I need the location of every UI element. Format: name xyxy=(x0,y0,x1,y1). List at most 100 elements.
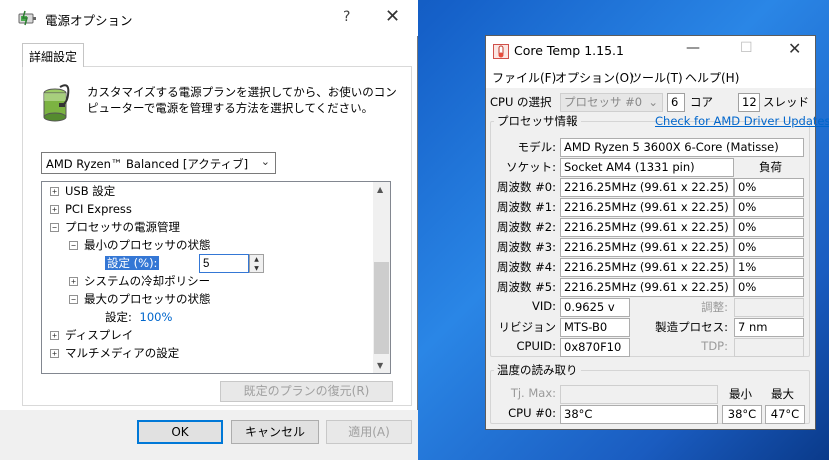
revision-value: MTS-B0 xyxy=(560,318,630,337)
chevron-down-icon: ⌄ xyxy=(648,95,658,109)
battery-icon xyxy=(43,84,70,122)
frequency-value: 2216.25MHz (99.61 x 22.25) xyxy=(560,278,734,297)
menu-bar: ファイル(F) オプション(O) ツール(T) ヘルプ(H) xyxy=(486,66,815,88)
maximize-button[interactable]: ☐ xyxy=(740,40,753,56)
cpuid-value: 0x870F10 xyxy=(560,338,630,357)
expand-plus-icon[interactable]: + xyxy=(50,349,59,358)
core-load-value: 0% xyxy=(734,218,804,237)
tree-item-max-setting[interactable]: 設定: 100% xyxy=(105,309,172,326)
settings-tree[interactable]: + USB 設定 + PCI Express − プロセッサの電源管理 − 最小のプロセ… xyxy=(41,181,391,374)
menu-help[interactable]: ヘルプ(H) xyxy=(685,69,739,86)
frequency-value: 2216.25MHz (99.61 x 22.25) xyxy=(560,218,734,237)
modulation-label: 調整: xyxy=(701,300,728,314)
expand-plus-icon[interactable]: + xyxy=(50,331,59,340)
tree-item-cpu-power[interactable]: − プロセッサの電源管理 xyxy=(50,219,180,236)
collapse-minus-icon[interactable]: − xyxy=(50,223,59,232)
frequency-label: 周波数 #5: xyxy=(497,280,556,294)
tree-item-min-state[interactable]: − 最小のプロセッサの状態 xyxy=(69,237,211,254)
window-title: 電源オプション xyxy=(45,13,133,28)
socket-label: ソケット: xyxy=(506,160,556,174)
socket-value: Socket AM4 (1331 pin) xyxy=(560,158,734,177)
description-text: カスタマイズする電源プランを選択してから、お使いのコンピューターで電源を管理する… xyxy=(87,85,397,115)
menu-tools[interactable]: ツール(T) xyxy=(630,69,683,86)
tree-item-max-state[interactable]: − 最大のプロセッサの状態 xyxy=(69,291,211,308)
coretemp-window: Core Temp 1.15.1 — ☐ ✕ ファイル(F) オプション(O) … xyxy=(485,35,829,430)
cancel-button[interactable]: キャンセル xyxy=(231,420,319,444)
power-plan-select[interactable]: AMD Ryzen™ Balanced [アクティブ] ⌄ xyxy=(41,152,276,174)
power-plan-value: AMD Ryzen™ Balanced [アクティブ] xyxy=(46,157,249,171)
ok-button[interactable]: OK xyxy=(137,420,223,444)
frequency-value: 2216.25MHz (99.61 x 22.25) xyxy=(560,258,734,277)
tdp-label: TDP: xyxy=(701,339,728,353)
help-button[interactable]: ? xyxy=(343,9,350,25)
thread-count: 12 xyxy=(738,93,760,112)
scroll-thumb[interactable] xyxy=(374,262,389,354)
power-options-window: 電源オプション ? ✕ 詳細設定 カスタマイズする電源プランを選択してから、お使… xyxy=(0,0,418,460)
modulation-value xyxy=(734,298,804,317)
restore-default-plan-button[interactable]: 既定のプランの復元(R) xyxy=(220,381,393,402)
model-value: AMD Ryzen 5 3600X 6-Core (Matisse) xyxy=(560,138,804,157)
menu-options[interactable]: オプション(O) xyxy=(555,69,634,86)
tree-item-min-setting[interactable]: 設定 (%): xyxy=(105,255,160,272)
tree-item-display[interactable]: + ディスプレイ xyxy=(50,327,133,344)
collapse-minus-icon[interactable]: − xyxy=(69,295,78,304)
tree-item-cooling[interactable]: + システムの冷却ポリシー xyxy=(69,273,210,290)
model-label: モデル: xyxy=(517,140,556,154)
min-processor-state-input[interactable] xyxy=(199,254,249,273)
apply-button[interactable]: 適用(A) xyxy=(326,420,412,444)
collapse-minus-icon[interactable]: − xyxy=(69,241,78,250)
threads-label: スレッド xyxy=(763,95,809,109)
max-header: 最大 xyxy=(771,387,794,401)
cpu0-max-temp: 47°C xyxy=(765,405,805,424)
amd-driver-updates-link[interactable]: Check for AMD Driver Updates xyxy=(655,114,829,128)
cpu-select-label: CPU の選択 xyxy=(490,95,552,109)
coretemp-titlebar[interactable]: Core Temp 1.15.1 — ☐ ✕ xyxy=(486,36,815,66)
expand-plus-icon[interactable]: + xyxy=(50,187,59,196)
core-load-value: 0% xyxy=(734,278,804,297)
spin-buttons[interactable]: ▲ ▼ xyxy=(249,254,264,273)
spin-up-icon[interactable]: ▲ xyxy=(250,255,263,264)
revision-label: リビジョン xyxy=(498,320,557,334)
tjmax-value xyxy=(560,385,718,404)
tree-item-usb[interactable]: + USB 設定 xyxy=(50,183,115,200)
vid-label: VID: xyxy=(532,299,556,313)
close-button[interactable]: ✕ xyxy=(385,6,400,27)
tab-advanced-settings[interactable]: 詳細設定 xyxy=(22,43,84,67)
minimize-button[interactable]: — xyxy=(686,40,700,56)
expand-plus-icon[interactable]: + xyxy=(50,205,59,214)
tree-scrollbar[interactable]: ▲ ▼ xyxy=(373,182,390,373)
coretemp-client: CPU の選択 プロセッサ #0 ⌄ 6 コア 12 スレッド プロセッサ情報 … xyxy=(486,88,829,429)
expand-plus-icon[interactable]: + xyxy=(69,277,78,286)
power-options-icon xyxy=(18,10,36,26)
tree-item-pci[interactable]: + PCI Express xyxy=(50,201,132,218)
power-options-titlebar[interactable]: 電源オプション ? ✕ xyxy=(0,0,418,36)
cpu0-temp-label: CPU #0: xyxy=(508,406,556,420)
menu-file[interactable]: ファイル(F) xyxy=(492,69,556,86)
core-load-value: 1% xyxy=(734,258,804,277)
cores-label: コア xyxy=(690,95,713,109)
cpuid-label: CPUID: xyxy=(516,339,556,353)
frequency-label: 周波数 #3: xyxy=(497,240,556,254)
tjmax-label: Tj. Max: xyxy=(510,386,556,400)
frequency-label: 周波数 #4: xyxy=(497,260,556,274)
frequency-label: 周波数 #0: xyxy=(497,180,556,194)
scroll-down-icon[interactable]: ▼ xyxy=(377,361,383,370)
process-value: 7 nm xyxy=(734,318,804,337)
frequency-label: 周波数 #2: xyxy=(497,220,556,234)
scroll-up-icon[interactable]: ▲ xyxy=(377,185,383,194)
tree-item-multimedia[interactable]: + マルチメディアの設定 xyxy=(50,345,179,362)
cpu-select-dropdown[interactable]: プロセッサ #0 ⌄ xyxy=(560,93,663,112)
frequency-label: 周波数 #1: xyxy=(497,200,556,214)
core-load-value: 0% xyxy=(734,198,804,217)
spin-down-icon[interactable]: ▼ xyxy=(250,264,263,273)
vid-value: 0.9625 v xyxy=(560,298,630,317)
core-load-value: 0% xyxy=(734,178,804,197)
coretemp-close-button[interactable]: ✕ xyxy=(788,39,801,58)
max-setting-value[interactable]: 100% xyxy=(140,310,173,324)
core-count: 6 xyxy=(667,93,685,112)
frequency-value: 2216.25MHz (99.61 x 22.25) xyxy=(560,238,734,257)
cpu0-temp-value: 38°C xyxy=(560,405,718,424)
frequency-value: 2216.25MHz (99.61 x 22.25) xyxy=(560,198,734,217)
frequency-value: 2216.25MHz (99.61 x 22.25) xyxy=(560,178,734,197)
chevron-down-icon: ⌄ xyxy=(260,155,270,168)
